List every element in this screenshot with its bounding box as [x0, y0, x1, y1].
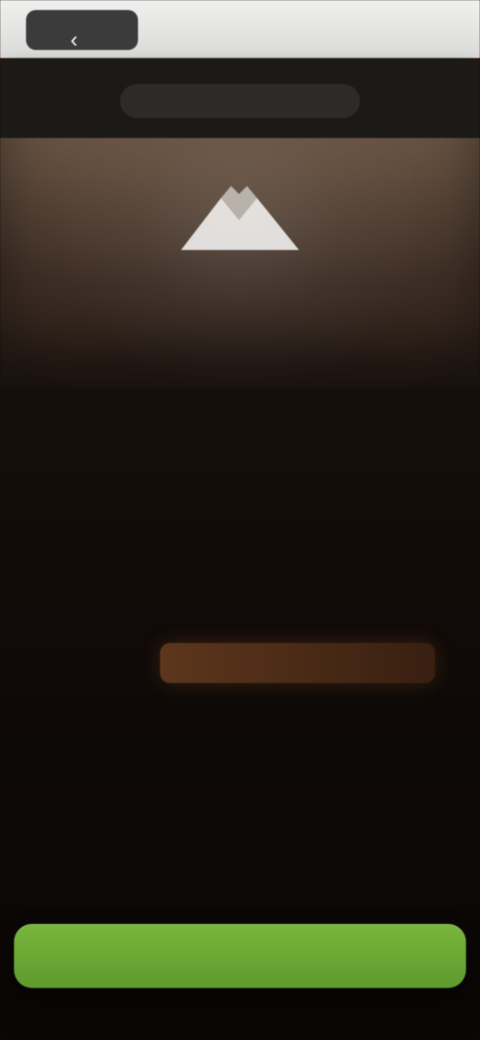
list-item[interactable]	[22, 700, 342, 752]
app-screen: ‹	[0, 0, 480, 1040]
os-top-bar: ‹	[0, 0, 480, 58]
logo-mark-icon	[181, 186, 299, 250]
list-item[interactable]	[22, 752, 342, 804]
primary-cta-button[interactable]	[14, 924, 466, 988]
os-tab-pill[interactable]: ‹	[26, 10, 138, 52]
list-item[interactable]	[22, 856, 342, 908]
content-area	[0, 388, 480, 1040]
header	[0, 58, 480, 138]
hero-banner	[0, 138, 480, 388]
option-list	[22, 700, 342, 908]
highlight-bar	[160, 643, 435, 683]
list-item[interactable]	[22, 804, 342, 856]
header-title	[120, 84, 360, 118]
chevron-left-icon[interactable]: ‹	[58, 24, 90, 56]
